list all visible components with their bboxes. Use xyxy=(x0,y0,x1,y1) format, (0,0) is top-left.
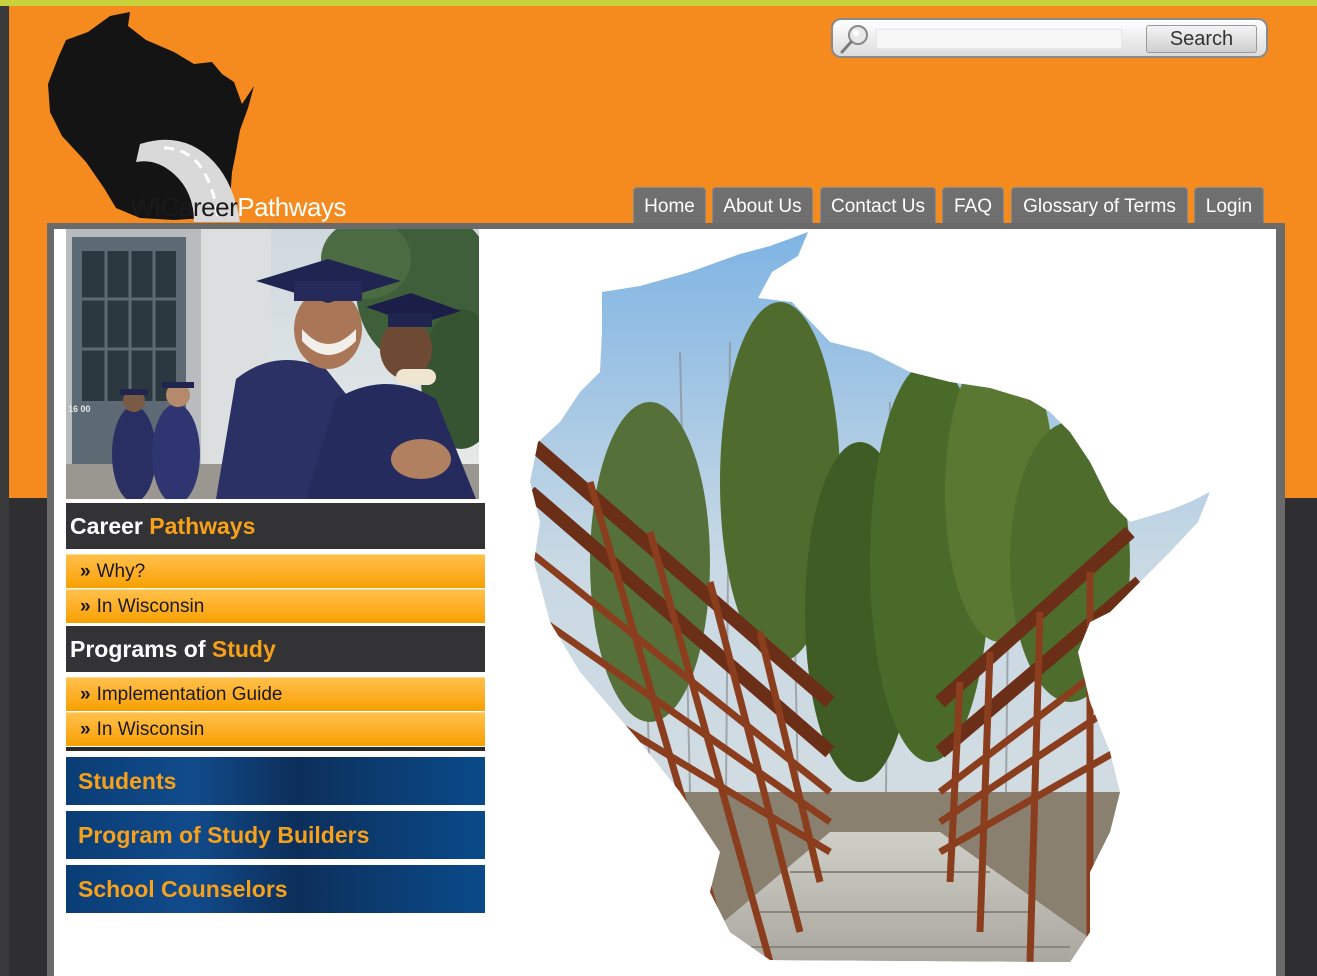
link-programs-in-wisconsin[interactable]: » In Wisconsin xyxy=(66,712,485,746)
wisconsin-bridge-map-image xyxy=(530,232,1220,967)
heading-part1: Career xyxy=(70,513,143,539)
graduation-photo: 16 00 xyxy=(66,229,479,499)
link-implementation-guide[interactable]: » Implementation Guide xyxy=(66,677,485,711)
students-button[interactable]: Students xyxy=(66,757,485,805)
heading-part2: Study xyxy=(211,636,276,662)
school-counselors-button[interactable]: School Counselors xyxy=(66,865,485,913)
link-career-why[interactable]: » Why? xyxy=(66,554,485,588)
search-icon[interactable] xyxy=(839,23,871,55)
nav-home[interactable]: Home xyxy=(633,187,706,224)
heading-part2: Pathways xyxy=(149,513,256,539)
double-chevron-right-icon: » xyxy=(80,596,91,617)
nav-login[interactable]: Login xyxy=(1194,187,1264,224)
link-career-in-wisconsin[interactable]: » In Wisconsin xyxy=(66,589,485,623)
double-chevron-right-icon: » xyxy=(80,719,91,740)
search-bar: Search xyxy=(831,18,1268,58)
nav-contact-us[interactable]: Contact Us xyxy=(820,187,936,224)
career-pathways-heading: Career Pathways xyxy=(66,503,485,549)
link-label: In Wisconsin xyxy=(96,596,205,617)
left-edge-strip xyxy=(0,6,9,976)
nav-about-us[interactable]: About Us xyxy=(712,187,813,224)
search-button[interactable]: Search xyxy=(1146,25,1257,53)
link-label: Implementation Guide xyxy=(96,684,283,705)
nav-faq[interactable]: FAQ xyxy=(942,187,1004,224)
link-label: In Wisconsin xyxy=(96,719,205,740)
nav-glossary[interactable]: Glossary of Terms xyxy=(1011,187,1188,224)
photo-sign-text: 16 00 xyxy=(68,404,91,414)
heading-part1: Programs of xyxy=(70,636,206,662)
double-chevron-right-icon: » xyxy=(80,684,91,705)
main-nav: Home About Us Contact Us FAQ Glossary of… xyxy=(0,187,1317,224)
sidebar-divider xyxy=(66,747,485,751)
program-of-study-builders-button[interactable]: Program of Study Builders xyxy=(66,811,485,859)
double-chevron-right-icon: » xyxy=(80,561,91,582)
link-label: Why? xyxy=(96,561,146,582)
search-input[interactable] xyxy=(876,29,1122,49)
programs-of-study-heading: Programs of Study xyxy=(66,626,485,672)
